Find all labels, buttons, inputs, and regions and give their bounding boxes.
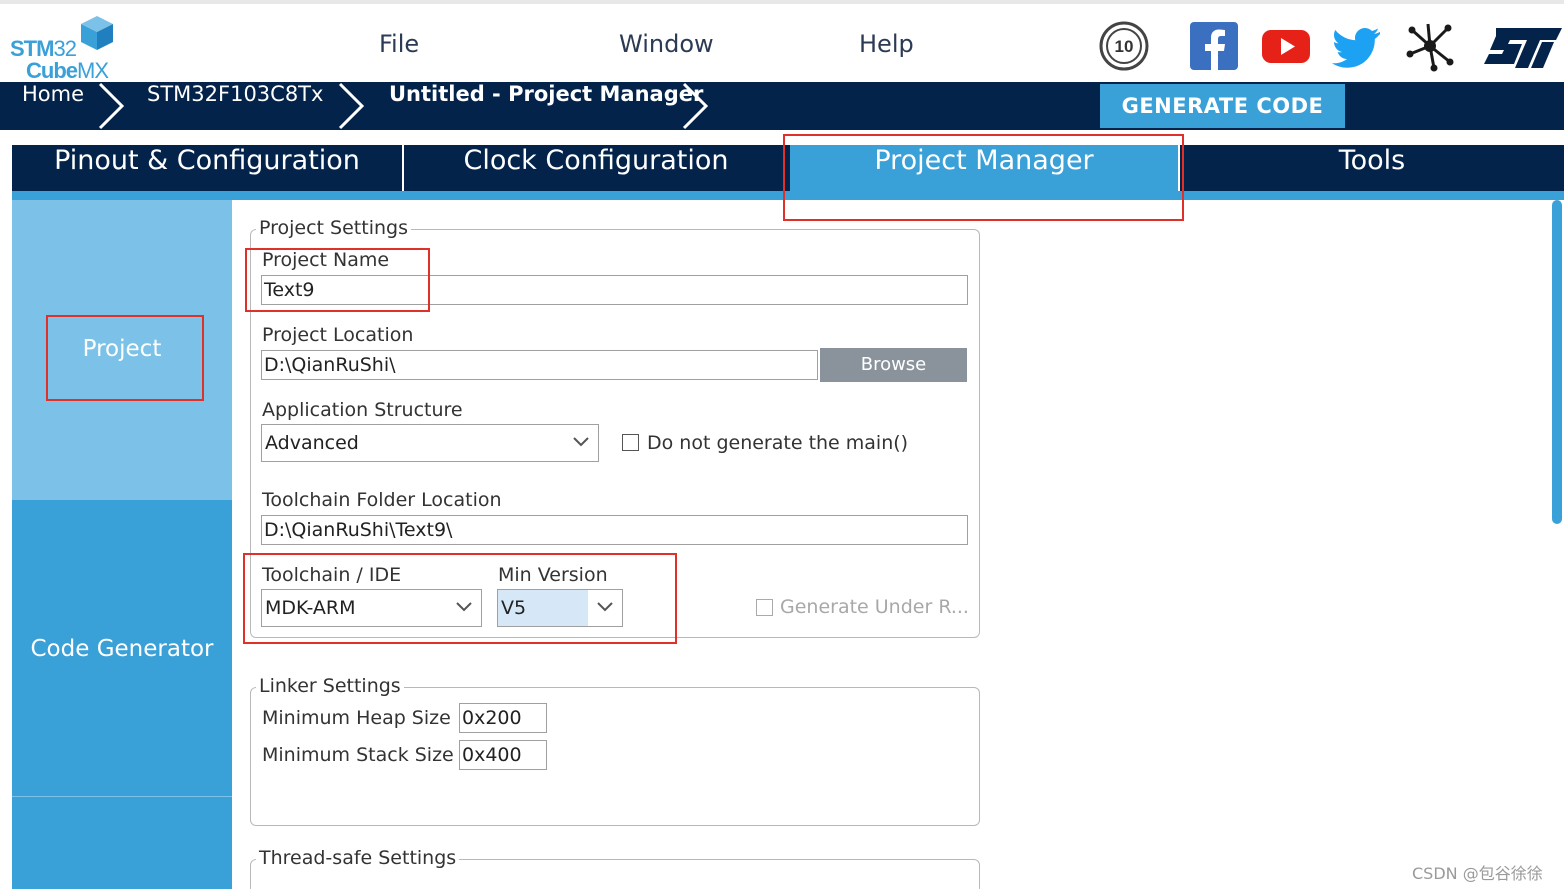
svg-text:10: 10 xyxy=(1115,37,1134,56)
project-location-input[interactable]: D:\QianRuShi\ xyxy=(261,350,818,380)
do-not-generate-main-checkbox[interactable] xyxy=(622,434,639,451)
project-settings-legend: Project Settings xyxy=(256,217,411,239)
linker-settings-legend: Linker Settings xyxy=(256,675,404,697)
facebook-icon[interactable] xyxy=(1188,20,1240,72)
chevron-down-icon xyxy=(456,602,472,612)
chevron-down-icon xyxy=(597,602,613,612)
sidebar-item-code-generator[interactable]: Code Generator xyxy=(12,500,232,796)
min-version-label: Min Version xyxy=(498,564,608,586)
cube-icon xyxy=(81,16,113,50)
sidebar-item-label: Project xyxy=(82,336,162,362)
sidebar-item-label: Code Generator xyxy=(30,636,214,662)
browse-button[interactable]: Browse xyxy=(820,348,967,382)
menu-window[interactable]: Window xyxy=(619,30,714,58)
do-not-generate-main-label: Do not generate the main() xyxy=(647,432,909,454)
sidebar-item-advanced[interactable] xyxy=(12,796,232,889)
chevron-right-icon xyxy=(338,82,365,130)
min-stack-size-label: Minimum Stack Size xyxy=(262,744,454,766)
min-version-select[interactable]: V5 xyxy=(497,589,623,627)
stm32cubemx-logo: STM32 CubeMX xyxy=(8,14,118,83)
min-heap-size-label: Minimum Heap Size xyxy=(262,707,451,729)
tab-tools[interactable]: Tools xyxy=(1180,145,1564,191)
application-structure-label: Application Structure xyxy=(262,399,463,421)
toolchain-ide-value: MDK-ARM xyxy=(265,597,356,619)
sidebar-item-project[interactable]: Project xyxy=(12,200,232,500)
min-heap-size-input[interactable]: 0x200 xyxy=(459,703,547,733)
toolchain-ide-label: Toolchain / IDE xyxy=(262,564,402,586)
twitter-icon[interactable] xyxy=(1332,20,1384,72)
tab-pinout-configuration[interactable]: Pinout & Configuration xyxy=(12,145,402,191)
network-icon[interactable] xyxy=(1404,20,1456,72)
tab-project-manager[interactable]: Project Manager xyxy=(790,145,1178,191)
menu-file[interactable]: File xyxy=(379,30,419,58)
project-name-input[interactable]: Text9 xyxy=(261,275,968,305)
toolchain-folder-label: Toolchain Folder Location xyxy=(262,489,502,511)
st-logo-icon[interactable] xyxy=(1482,20,1562,72)
generate-code-button[interactable]: GENERATE CODE xyxy=(1100,84,1345,128)
min-version-value: V5 xyxy=(501,597,527,619)
cubemx-window: STM32 CubeMX File Window Help 10 Home ST… xyxy=(0,0,1564,889)
project-name-label: Project Name xyxy=(262,249,390,271)
breadcrumb-home[interactable]: Home xyxy=(22,82,84,130)
top-bar: STM32 CubeMX File Window Help 10 xyxy=(0,0,1564,83)
chevron-right-icon xyxy=(98,82,125,130)
tab-clock-configuration[interactable]: Clock Configuration xyxy=(404,145,788,191)
chevron-down-icon xyxy=(573,437,589,447)
breadcrumb-current[interactable]: Untitled - Project Manager xyxy=(389,82,703,130)
application-structure-value: Advanced xyxy=(265,432,359,454)
tab-underline xyxy=(12,191,1564,200)
scrollbar-thumb[interactable] xyxy=(1552,200,1562,524)
youtube-icon[interactable] xyxy=(1260,20,1312,72)
logo-text-line2: CubeMX xyxy=(26,58,109,83)
breadcrumb-mcu[interactable]: STM32F103C8Tx xyxy=(147,82,323,130)
toolchain-folder-input[interactable]: D:\QianRuShi\Text9\ xyxy=(261,515,968,545)
menu-help[interactable]: Help xyxy=(859,30,914,58)
generate-under-root-checkbox[interactable] xyxy=(756,599,773,616)
thread-safe-settings-legend: Thread-safe Settings xyxy=(256,847,460,869)
chevron-right-icon xyxy=(682,82,709,130)
main-tabs: Pinout & Configuration Clock Configurati… xyxy=(12,145,1564,191)
watermark: CSDN @包谷徐徐 xyxy=(1412,864,1543,883)
min-stack-size-input[interactable]: 0x400 xyxy=(459,740,547,770)
project-location-label: Project Location xyxy=(262,324,414,346)
generate-under-root-label: Generate Under R... xyxy=(780,596,969,618)
application-structure-select[interactable]: Advanced xyxy=(261,424,599,462)
toolchain-ide-select[interactable]: MDK-ARM xyxy=(261,589,482,627)
anniversary-10-icon[interactable]: 10 xyxy=(1098,20,1150,72)
